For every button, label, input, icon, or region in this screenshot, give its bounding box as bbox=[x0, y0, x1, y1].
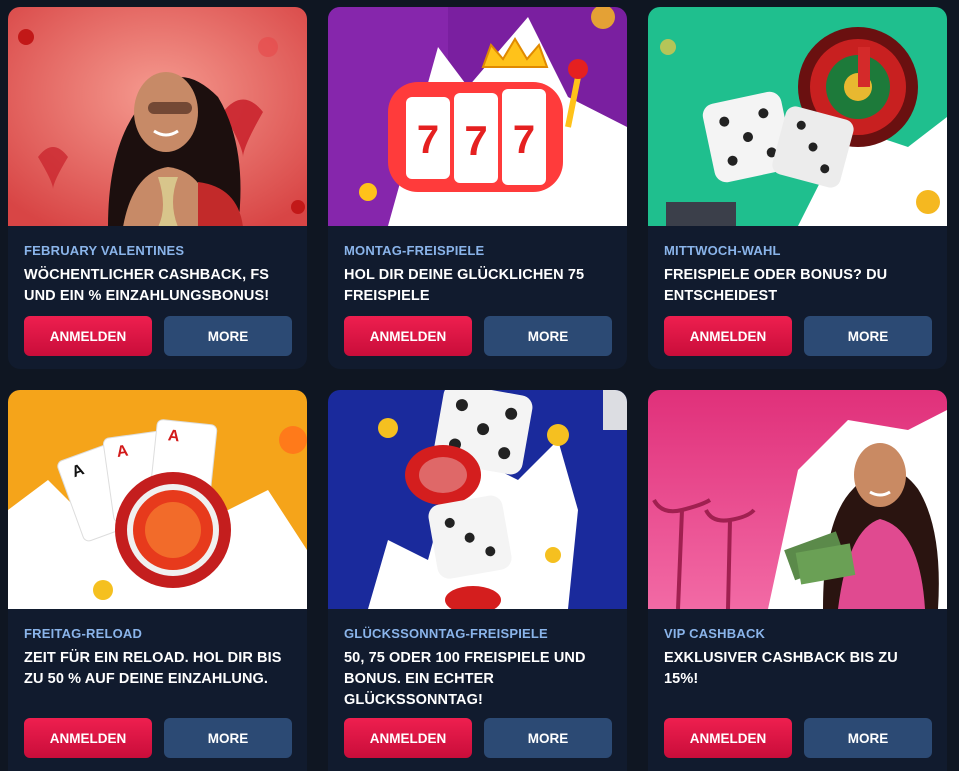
login-button[interactable]: ANMELDEN bbox=[24, 316, 152, 356]
login-button[interactable]: ANMELDEN bbox=[24, 718, 152, 758]
promo-image bbox=[328, 390, 627, 609]
more-button[interactable]: MORE bbox=[484, 718, 612, 758]
more-button[interactable]: MORE bbox=[164, 718, 292, 758]
promo-subtitle: MONTAG-FREISPIELE bbox=[344, 243, 485, 258]
more-button[interactable]: MORE bbox=[804, 718, 932, 758]
promo-title: EXKLUSIVER CASHBACK BIS ZU 15%! bbox=[664, 650, 898, 687]
promo-card: A A A FREITAG-RELOAD ZEIT FÜR EIN RELOAD… bbox=[8, 390, 307, 771]
svg-text:A: A bbox=[167, 427, 181, 445]
login-button[interactable]: ANMELDEN bbox=[344, 316, 472, 356]
promo-image bbox=[8, 7, 307, 226]
more-button[interactable]: MORE bbox=[804, 316, 932, 356]
slot-machine-777-icon: 7 7 7 bbox=[328, 7, 627, 226]
promo-subtitle: GLÜCKSSONNTAG-FREISPIELE bbox=[344, 626, 548, 641]
svg-text:7: 7 bbox=[464, 117, 487, 164]
more-button[interactable]: MORE bbox=[164, 316, 292, 356]
promo-title: FREISPIELE ODER BONUS? DU ENTSCHEIDEST bbox=[664, 267, 888, 304]
login-button[interactable]: ANMELDEN bbox=[664, 316, 792, 356]
promo-title: ZEIT FÜR EIN RELOAD. HOL DIR BIS ZU 50 %… bbox=[24, 650, 282, 687]
promo-title: WÖCHENTLICHER CASHBACK, FS UND EIN % EIN… bbox=[24, 267, 270, 304]
promo-image: A A A bbox=[8, 390, 307, 609]
promo-card: MITTWOCH-WAHL FREISPIELE ODER BONUS? DU … bbox=[648, 7, 947, 369]
promo-card: GLÜCKSSONNTAG-FREISPIELE 50, 75 ODER 100… bbox=[328, 390, 627, 771]
promo-image bbox=[648, 7, 947, 226]
promo-card: FEBRUARY VALENTINES WÖCHENTLICHER CASHBA… bbox=[8, 7, 307, 369]
dice-roulette-icon bbox=[648, 7, 947, 226]
promo-card: 7 7 7 MONTAG-FREISPIELE HOL DIR DEINE GL… bbox=[328, 7, 627, 369]
promo-image: 7 7 7 bbox=[328, 7, 627, 226]
dice-chips-icon bbox=[328, 390, 627, 609]
promo-title: 50, 75 ODER 100 FREISPIELE UND BONUS. EI… bbox=[344, 650, 586, 708]
login-button[interactable]: ANMELDEN bbox=[344, 718, 472, 758]
vip-woman-money-illustration bbox=[648, 390, 947, 609]
promo-image bbox=[648, 390, 947, 609]
promo-subtitle: MITTWOCH-WAHL bbox=[664, 243, 781, 258]
more-button[interactable]: MORE bbox=[484, 316, 612, 356]
cards-chip-icon: A A A bbox=[8, 390, 307, 609]
promotions-grid: FEBRUARY VALENTINES WÖCHENTLICHER CASHBA… bbox=[0, 0, 959, 771]
login-button[interactable]: ANMELDEN bbox=[664, 718, 792, 758]
valentine-woman-illustration-icon bbox=[8, 7, 307, 226]
promo-subtitle: FEBRUARY VALENTINES bbox=[24, 243, 185, 258]
promo-card: VIP CASHBACK EXKLUSIVER CASHBACK BIS ZU … bbox=[648, 390, 947, 771]
svg-text:7: 7 bbox=[513, 118, 535, 162]
promo-subtitle: FREITAG-RELOAD bbox=[24, 626, 143, 641]
svg-text:7: 7 bbox=[417, 118, 439, 162]
promo-subtitle: VIP CASHBACK bbox=[664, 626, 766, 641]
promo-title: HOL DIR DEINE GLÜCKLICHEN 75 FREISPIELE bbox=[344, 267, 585, 304]
